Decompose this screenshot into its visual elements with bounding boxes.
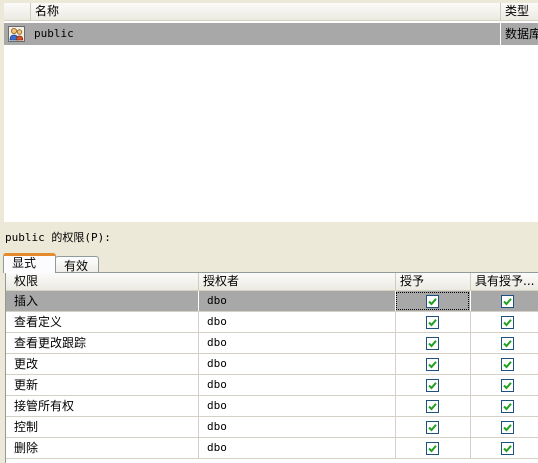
column-header-name[interactable]: 名称 xyxy=(30,3,500,20)
grant-cell xyxy=(395,354,470,374)
column-header-icon[interactable] xyxy=(4,3,30,20)
permission-name: 更新 xyxy=(14,378,39,392)
grant-cell xyxy=(395,438,470,458)
checkmark-icon xyxy=(428,298,437,306)
checkmark-icon xyxy=(503,298,512,306)
with-grant-checkbox[interactable] xyxy=(501,421,514,434)
securable-name: public xyxy=(34,27,74,40)
permission-row[interactable]: 更改 dbo xyxy=(6,354,538,375)
securables-list-header: 名称 类型 xyxy=(4,3,538,21)
checkmark-icon xyxy=(428,382,437,390)
grant-cell xyxy=(395,291,470,311)
permission-row[interactable]: 插入 dbo xyxy=(6,291,538,312)
permissions-label: public 的权限(P): xyxy=(5,231,111,244)
grant-checkbox[interactable] xyxy=(426,379,439,392)
checkmark-icon xyxy=(428,445,437,453)
checkmark-icon xyxy=(428,424,437,432)
permission-name: 查看更改跟踪 xyxy=(14,336,87,350)
with-grant-checkbox[interactable] xyxy=(501,400,514,413)
permission-row[interactable]: 接管所有权 dbo xyxy=(6,396,538,417)
with-grant-cell xyxy=(470,312,538,332)
permission-name: 删除 xyxy=(14,441,39,455)
with-grant-cell xyxy=(470,438,538,458)
grant-cell xyxy=(395,396,470,416)
permission-name: 接管所有权 xyxy=(14,399,75,413)
permission-name: 控制 xyxy=(14,420,39,434)
checkmark-icon xyxy=(428,403,437,411)
securable-type: 数据库 xyxy=(500,23,538,45)
with-grant-checkbox[interactable] xyxy=(501,358,514,371)
tab-explicit[interactable]: 显式 xyxy=(3,253,56,273)
checkmark-icon xyxy=(503,361,512,369)
with-grant-checkbox[interactable] xyxy=(501,295,514,308)
grantor-name: dbo xyxy=(198,333,395,353)
checkmark-icon xyxy=(503,445,512,453)
with-grant-cell xyxy=(470,354,538,374)
grant-checkbox[interactable] xyxy=(426,400,439,413)
with-grant-cell xyxy=(470,417,538,437)
permission-row[interactable]: 查看更改跟踪 dbo xyxy=(6,333,538,354)
column-header-grantor[interactable]: 授权者 xyxy=(198,273,395,290)
grant-checkbox[interactable] xyxy=(426,295,439,308)
grant-checkbox[interactable] xyxy=(426,421,439,434)
grant-checkbox[interactable] xyxy=(426,316,439,329)
with-grant-cell xyxy=(470,375,538,395)
grant-checkbox[interactable] xyxy=(426,358,439,371)
checkmark-icon xyxy=(503,340,512,348)
grantor-name: dbo xyxy=(198,417,395,437)
grantor-name: dbo xyxy=(198,438,395,458)
grant-checkbox[interactable] xyxy=(426,337,439,350)
permission-row[interactable]: 更新 dbo xyxy=(6,375,538,396)
column-header-type[interactable]: 类型 xyxy=(500,3,538,20)
securables-list[interactable]: 名称 类型 public 数据库 xyxy=(4,3,538,222)
permission-row[interactable]: 删除 dbo xyxy=(6,438,538,459)
with-grant-checkbox[interactable] xyxy=(501,316,514,329)
checkmark-icon xyxy=(503,319,512,327)
column-header-with-grant[interactable]: 具有授予... xyxy=(470,273,538,290)
grantor-name: dbo xyxy=(198,354,395,374)
checkmark-icon xyxy=(503,382,512,390)
permission-name: 插入 xyxy=(14,294,39,308)
grant-cell xyxy=(395,375,470,395)
with-grant-cell xyxy=(470,396,538,416)
permission-name: 查看定义 xyxy=(14,315,63,329)
grant-checkbox[interactable] xyxy=(426,442,439,455)
column-header-grant[interactable]: 授予 xyxy=(395,273,470,290)
checkmark-icon xyxy=(428,340,437,348)
checkmark-icon xyxy=(503,403,512,411)
checkmark-icon xyxy=(428,319,437,327)
with-grant-checkbox[interactable] xyxy=(501,379,514,392)
securable-row-public[interactable]: public 数据库 xyxy=(4,23,538,45)
permission-row[interactable]: 控制 dbo xyxy=(6,417,538,438)
with-grant-cell xyxy=(470,291,538,311)
user-group-icon xyxy=(8,26,25,42)
column-header-permission[interactable]: 权限 xyxy=(6,273,198,290)
permissions-grid-header: 权限 授权者 授予 具有授予... xyxy=(6,273,538,291)
grantor-name: dbo xyxy=(198,396,395,416)
checkmark-icon xyxy=(428,361,437,369)
with-grant-checkbox[interactable] xyxy=(501,442,514,455)
grant-cell xyxy=(395,417,470,437)
with-grant-cell xyxy=(470,333,538,353)
permissions-grid[interactable]: 权限 授权者 授予 具有授予... 插入 dbo 查看定义 dbo 查看更改跟踪 dbo 更… xyxy=(5,272,538,463)
grantor-name: dbo xyxy=(198,291,395,311)
checkmark-icon xyxy=(503,424,512,432)
with-grant-checkbox[interactable] xyxy=(501,337,514,350)
permission-row[interactable]: 查看定义 dbo xyxy=(6,312,538,333)
permission-name: 更改 xyxy=(14,357,39,371)
grant-cell xyxy=(395,333,470,353)
grantor-name: dbo xyxy=(198,375,395,395)
grantor-name: dbo xyxy=(198,312,395,332)
grant-cell xyxy=(395,312,470,332)
